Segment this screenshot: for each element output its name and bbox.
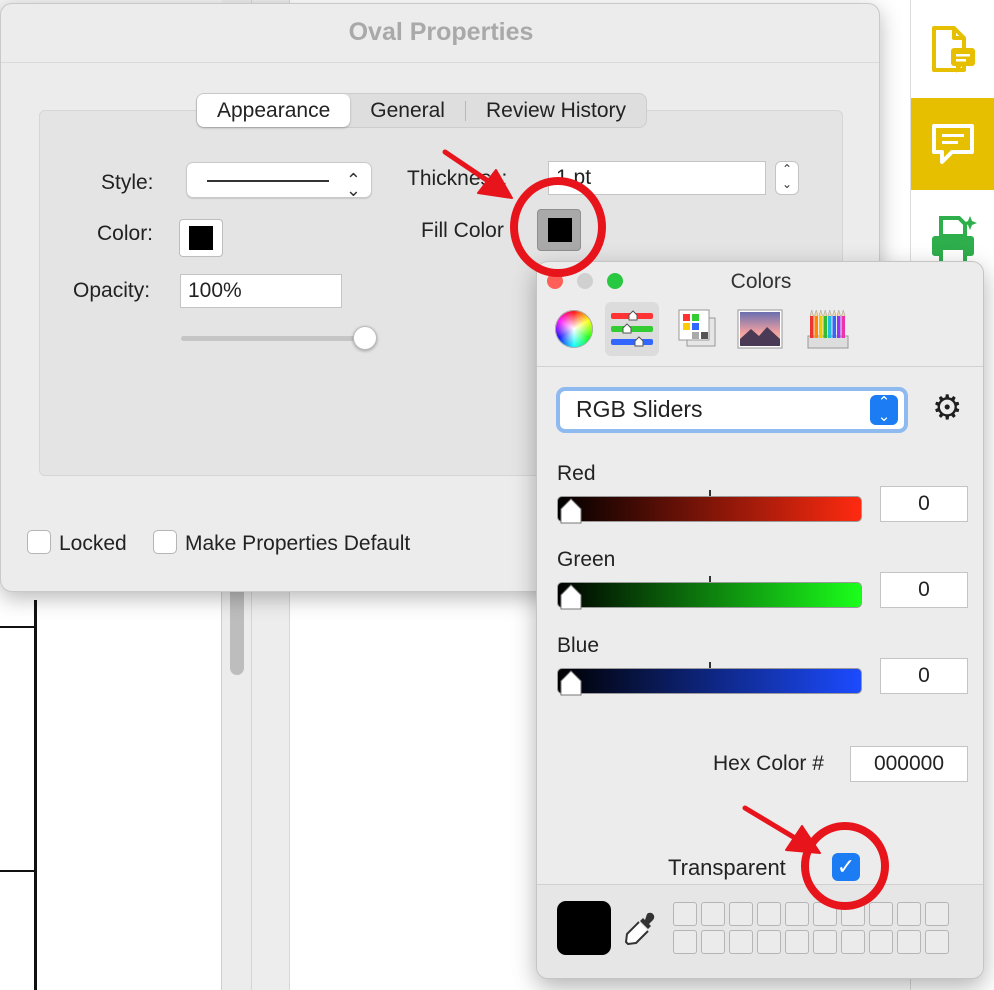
saved-swatch-cell[interactable]	[757, 930, 781, 954]
image-palettes-mode-button[interactable]	[733, 302, 787, 356]
document-comment-button[interactable]	[911, 4, 994, 96]
color-wheel-icon	[555, 310, 593, 348]
tab-general[interactable]: General	[350, 94, 465, 127]
colors-toolbar-divider	[537, 366, 983, 367]
locked-checkbox[interactable]	[27, 530, 51, 554]
tab-appearance[interactable]: Appearance	[197, 94, 351, 127]
thickness-field[interactable]: 1 pt	[548, 161, 766, 195]
make-default-checkbox[interactable]	[153, 530, 177, 554]
color-mode-select[interactable]: RGB Sliders ⌃ ⌄	[556, 387, 908, 433]
eyedropper-icon[interactable]	[623, 911, 657, 947]
colors-panel: Colors RGB Sliders ⌃ ⌄ ⚙ Red 0 Green 0 B…	[536, 261, 984, 979]
saved-swatch-cell[interactable]	[897, 930, 921, 954]
stroke-color-well[interactable]	[179, 219, 223, 257]
blue-slider-track[interactable]	[557, 668, 862, 694]
gear-icon[interactable]: ⚙	[932, 391, 962, 425]
color-wheel-mode-button[interactable]	[547, 302, 601, 356]
hex-color-label: Hex Color #	[713, 752, 824, 775]
locked-label: Locked	[59, 532, 127, 555]
blue-value-field[interactable]: 0	[880, 658, 968, 694]
saved-swatch-cell[interactable]	[729, 930, 753, 954]
colors-panel-title: Colors	[730, 270, 792, 293]
thickness-stepper[interactable]: ⌃ ⌄	[775, 161, 799, 195]
saved-swatches-grid	[673, 902, 949, 954]
fill-color-label: Fill Color	[421, 219, 504, 242]
red-slider-track[interactable]	[557, 496, 862, 522]
color-palettes-icon	[678, 309, 716, 347]
make-default-label: Make Properties Default	[185, 532, 411, 555]
saved-swatch-cell[interactable]	[841, 902, 865, 926]
hex-color-field[interactable]: 000000	[850, 746, 968, 782]
current-color-swatch[interactable]	[557, 901, 611, 955]
saved-swatch-cell[interactable]	[925, 902, 949, 926]
blue-slider-thumb[interactable]	[559, 670, 583, 696]
comment-icon	[932, 124, 974, 164]
saved-swatch-cell[interactable]	[729, 902, 753, 926]
titlebar-divider	[1, 62, 879, 63]
pencils-mode-button[interactable]	[801, 302, 855, 356]
swatch-strip	[537, 884, 983, 978]
color-label: Color:	[97, 222, 154, 245]
blue-label: Blue	[557, 634, 600, 657]
fill-color-swatch	[548, 218, 572, 242]
saved-swatch-cell[interactable]	[897, 902, 921, 926]
color-mode-select-value: RGB Sliders	[576, 396, 703, 422]
document-border-line	[34, 600, 37, 990]
saved-swatch-cell[interactable]	[673, 902, 697, 926]
red-value-field[interactable]: 0	[880, 486, 968, 522]
saved-swatch-cell[interactable]	[785, 902, 809, 926]
tab-bar: Appearance General Review History	[196, 93, 648, 128]
red-label: Red	[557, 462, 596, 485]
saved-swatch-cell[interactable]	[785, 930, 809, 954]
chevron-updown-icon: ⌃ ⌄	[870, 395, 898, 425]
fill-color-well[interactable]	[537, 209, 581, 251]
opacity-slider-track[interactable]	[181, 336, 371, 341]
opacity-slider-knob[interactable]	[353, 326, 377, 350]
transparent-label: Transparent	[668, 855, 786, 880]
document-border-line	[0, 626, 36, 628]
color-sliders-mode-button[interactable]	[605, 302, 659, 356]
green-label: Green	[557, 548, 616, 571]
green-slider-track[interactable]	[557, 582, 862, 608]
saved-swatch-cell[interactable]	[813, 930, 837, 954]
saved-swatch-cell[interactable]	[869, 930, 893, 954]
style-label: Style:	[101, 171, 154, 194]
stroke-color-swatch	[189, 226, 213, 250]
document-border-line	[0, 870, 36, 872]
color-palettes-mode-button[interactable]	[671, 302, 725, 356]
opacity-label: Opacity:	[73, 279, 151, 302]
color-sliders-icon	[611, 310, 653, 347]
green-slider-thumb[interactable]	[559, 584, 583, 610]
document-comment-icon	[932, 26, 975, 73]
style-select[interactable]: ⌃ ⌄	[186, 162, 372, 200]
red-slider-thumb[interactable]	[559, 498, 583, 524]
saved-swatch-cell[interactable]	[701, 930, 725, 954]
saved-swatch-cell[interactable]	[701, 902, 725, 926]
dialog-title: Oval Properties	[348, 18, 534, 46]
comment-button[interactable]	[911, 98, 994, 190]
pencils-icon	[807, 309, 849, 349]
tab-review-history[interactable]: Review History	[466, 94, 646, 127]
opacity-field[interactable]: 100%	[180, 274, 342, 308]
saved-swatch-cell[interactable]	[813, 902, 837, 926]
saved-swatch-cell[interactable]	[925, 930, 949, 954]
saved-swatch-cell[interactable]	[757, 902, 781, 926]
stepper-down-icon[interactable]: ⌄	[782, 177, 792, 191]
saved-swatch-cell[interactable]	[673, 930, 697, 954]
green-value-field[interactable]: 0	[880, 572, 968, 608]
transparent-checkbox[interactable]: ✓	[832, 853, 860, 881]
stepper-up-icon[interactable]: ⌃	[782, 162, 792, 176]
saved-swatch-cell[interactable]	[869, 902, 893, 926]
line-style-preview	[207, 180, 329, 182]
image-palettes-icon	[737, 309, 783, 349]
saved-swatch-cell[interactable]	[841, 930, 865, 954]
thickness-label: Thickness:	[407, 167, 508, 190]
chevron-updown-icon: ⌃ ⌄	[345, 170, 361, 200]
